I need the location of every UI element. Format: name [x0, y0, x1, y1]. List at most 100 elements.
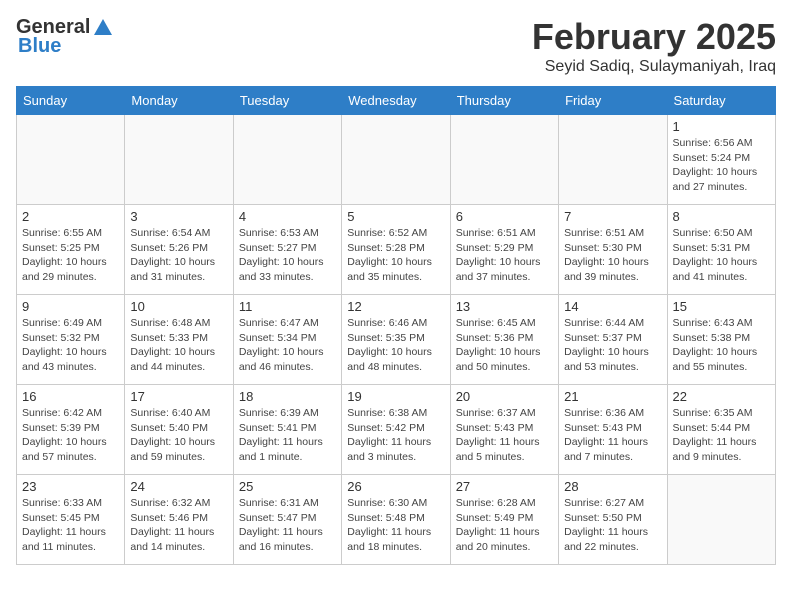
- day-number: 25: [239, 479, 336, 494]
- calendar-cell: [17, 115, 125, 205]
- calendar-cell: [559, 115, 667, 205]
- calendar-week-row: 1Sunrise: 6:56 AM Sunset: 5:24 PM Daylig…: [17, 115, 776, 205]
- calendar-cell: 19 Sunrise: 6:38 AM Sunset: 5:42 PM Dayli…: [342, 385, 450, 475]
- day-number: 1: [673, 119, 770, 134]
- calendar-cell: 13 Sunrise: 6:45 AM Sunset: 5:36 PM Dayli…: [450, 295, 558, 385]
- calendar-cell: 25 Sunrise: 6:31 AM Sunset: 5:47 PM Dayli…: [233, 475, 341, 565]
- day-info: Sunrise: 6:51 AM Sunset: 5:29 PM Dayligh…: [456, 226, 553, 285]
- calendar-cell: [342, 115, 450, 205]
- day-info: Sunrise: 6:28 AM Sunset: 5:49 PM Dayligh…: [456, 496, 553, 555]
- day-number: 22: [673, 389, 770, 404]
- weekday-header-wednesday: Wednesday: [342, 87, 450, 115]
- day-number: 20: [456, 389, 553, 404]
- calendar-cell: 15 Sunrise: 6:43 AM Sunset: 5:38 PM Dayli…: [667, 295, 775, 385]
- calendar-cell: 20Sunrise: 6:37 AM Sunset: 5:43 PM Dayli…: [450, 385, 558, 475]
- day-number: 17: [130, 389, 227, 404]
- calendar-cell: 10 Sunrise: 6:48 AM Sunset: 5:33 PM Dayli…: [125, 295, 233, 385]
- logo: General Blue: [16, 16, 116, 58]
- day-info: Sunrise: 6:54 AM Sunset: 5:26 PM Dayligh…: [130, 226, 227, 285]
- logo-icon: [92, 17, 114, 39]
- calendar-cell: 2 Sunrise: 6:55 AM Sunset: 5:25 PM Daylig…: [17, 205, 125, 295]
- day-number: 12: [347, 299, 444, 314]
- calendar-cell: 22 Sunrise: 6:35 AM Sunset: 5:44 PM Dayli…: [667, 385, 775, 475]
- day-info: Sunrise: 6:27 AM Sunset: 5:50 PM Dayligh…: [564, 496, 661, 555]
- calendar-cell: 18 Sunrise: 6:39 AM Sunset: 5:41 PM Dayli…: [233, 385, 341, 475]
- calendar-cell: 27 Sunrise: 6:28 AM Sunset: 5:49 PM Dayli…: [450, 475, 558, 565]
- weekday-header-friday: Friday: [559, 87, 667, 115]
- calendar-cell: 24 Sunrise: 6:32 AM Sunset: 5:46 PM Dayli…: [125, 475, 233, 565]
- day-number: 21: [564, 389, 661, 404]
- calendar-week-row: 16 Sunrise: 6:42 AM Sunset: 5:39 PM Dayli…: [17, 385, 776, 475]
- day-info: Sunrise: 6:30 AM Sunset: 5:48 PM Dayligh…: [347, 496, 444, 555]
- weekday-header-monday: Monday: [125, 87, 233, 115]
- day-info: Sunrise: 6:49 AM Sunset: 5:32 PM Dayligh…: [22, 316, 119, 375]
- day-number: 27: [456, 479, 553, 494]
- calendar-cell: 26 Sunrise: 6:30 AM Sunset: 5:48 PM Dayli…: [342, 475, 450, 565]
- month-title: February 2025: [532, 16, 776, 58]
- day-number: 16: [22, 389, 119, 404]
- calendar-cell: 8 Sunrise: 6:50 AM Sunset: 5:31 PM Daylig…: [667, 205, 775, 295]
- day-number: 7: [564, 209, 661, 224]
- day-info: Sunrise: 6:53 AM Sunset: 5:27 PM Dayligh…: [239, 226, 336, 285]
- day-number: 23: [22, 479, 119, 494]
- title-block: February 2025 Seyid Sadiq, Sulaymaniyah,…: [532, 16, 776, 76]
- day-number: 24: [130, 479, 227, 494]
- calendar-cell: [667, 475, 775, 565]
- day-number: 14: [564, 299, 661, 314]
- calendar-cell: 16 Sunrise: 6:42 AM Sunset: 5:39 PM Dayli…: [17, 385, 125, 475]
- calendar-table: SundayMondayTuesdayWednesdayThursdayFrid…: [16, 86, 776, 565]
- day-number: 6: [456, 209, 553, 224]
- calendar-cell: 9 Sunrise: 6:49 AM Sunset: 5:32 PM Daylig…: [17, 295, 125, 385]
- calendar-cell: [125, 115, 233, 205]
- day-info: Sunrise: 6:32 AM Sunset: 5:46 PM Dayligh…: [130, 496, 227, 555]
- day-info: Sunrise: 6:55 AM Sunset: 5:25 PM Dayligh…: [22, 226, 119, 285]
- calendar-cell: 6 Sunrise: 6:51 AM Sunset: 5:29 PM Daylig…: [450, 205, 558, 295]
- weekday-header-row: SundayMondayTuesdayWednesdayThursdayFrid…: [17, 87, 776, 115]
- day-number: 9: [22, 299, 119, 314]
- day-number: 15: [673, 299, 770, 314]
- day-info: Sunrise: 6:31 AM Sunset: 5:47 PM Dayligh…: [239, 496, 336, 555]
- day-number: 26: [347, 479, 444, 494]
- day-info: Sunrise: 6:52 AM Sunset: 5:28 PM Dayligh…: [347, 226, 444, 285]
- page-header: General Blue February 2025 Seyid Sadiq, …: [16, 16, 776, 76]
- calendar-cell: [450, 115, 558, 205]
- calendar-cell: 23 Sunrise: 6:33 AM Sunset: 5:45 PM Dayli…: [17, 475, 125, 565]
- day-number: 8: [673, 209, 770, 224]
- day-number: 11: [239, 299, 336, 314]
- calendar-cell: 7Sunrise: 6:51 AM Sunset: 5:30 PM Daylig…: [559, 205, 667, 295]
- weekday-header-saturday: Saturday: [667, 87, 775, 115]
- day-info: Sunrise: 6:48 AM Sunset: 5:33 PM Dayligh…: [130, 316, 227, 375]
- calendar-cell: 4 Sunrise: 6:53 AM Sunset: 5:27 PM Daylig…: [233, 205, 341, 295]
- day-number: 2: [22, 209, 119, 224]
- day-info: Sunrise: 6:45 AM Sunset: 5:36 PM Dayligh…: [456, 316, 553, 375]
- logo-blue-text: Blue: [18, 35, 61, 58]
- calendar-cell: 11 Sunrise: 6:47 AM Sunset: 5:34 PM Dayli…: [233, 295, 341, 385]
- day-number: 19: [347, 389, 444, 404]
- calendar-cell: 17Sunrise: 6:40 AM Sunset: 5:40 PM Dayli…: [125, 385, 233, 475]
- day-info: Sunrise: 6:36 AM Sunset: 5:43 PM Dayligh…: [564, 406, 661, 465]
- day-info: Sunrise: 6:47 AM Sunset: 5:34 PM Dayligh…: [239, 316, 336, 375]
- day-info: Sunrise: 6:43 AM Sunset: 5:38 PM Dayligh…: [673, 316, 770, 375]
- day-info: Sunrise: 6:33 AM Sunset: 5:45 PM Dayligh…: [22, 496, 119, 555]
- day-number: 10: [130, 299, 227, 314]
- day-info: Sunrise: 6:42 AM Sunset: 5:39 PM Dayligh…: [22, 406, 119, 465]
- calendar-cell: 3 Sunrise: 6:54 AM Sunset: 5:26 PM Daylig…: [125, 205, 233, 295]
- day-number: 3: [130, 209, 227, 224]
- calendar-week-row: 2 Sunrise: 6:55 AM Sunset: 5:25 PM Daylig…: [17, 205, 776, 295]
- calendar-cell: [233, 115, 341, 205]
- calendar-week-row: 9 Sunrise: 6:49 AM Sunset: 5:32 PM Daylig…: [17, 295, 776, 385]
- day-info: Sunrise: 6:44 AM Sunset: 5:37 PM Dayligh…: [564, 316, 661, 375]
- day-number: 13: [456, 299, 553, 314]
- calendar-cell: 1Sunrise: 6:56 AM Sunset: 5:24 PM Daylig…: [667, 115, 775, 205]
- day-info: Sunrise: 6:35 AM Sunset: 5:44 PM Dayligh…: [673, 406, 770, 465]
- day-number: 18: [239, 389, 336, 404]
- day-number: 4: [239, 209, 336, 224]
- calendar-cell: 28 Sunrise: 6:27 AM Sunset: 5:50 PM Dayli…: [559, 475, 667, 565]
- calendar-cell: 5Sunrise: 6:52 AM Sunset: 5:28 PM Daylig…: [342, 205, 450, 295]
- calendar-cell: 12Sunrise: 6:46 AM Sunset: 5:35 PM Dayli…: [342, 295, 450, 385]
- day-info: Sunrise: 6:39 AM Sunset: 5:41 PM Dayligh…: [239, 406, 336, 465]
- day-info: Sunrise: 6:38 AM Sunset: 5:42 PM Dayligh…: [347, 406, 444, 465]
- weekday-header-thursday: Thursday: [450, 87, 558, 115]
- day-info: Sunrise: 6:50 AM Sunset: 5:31 PM Dayligh…: [673, 226, 770, 285]
- day-number: 28: [564, 479, 661, 494]
